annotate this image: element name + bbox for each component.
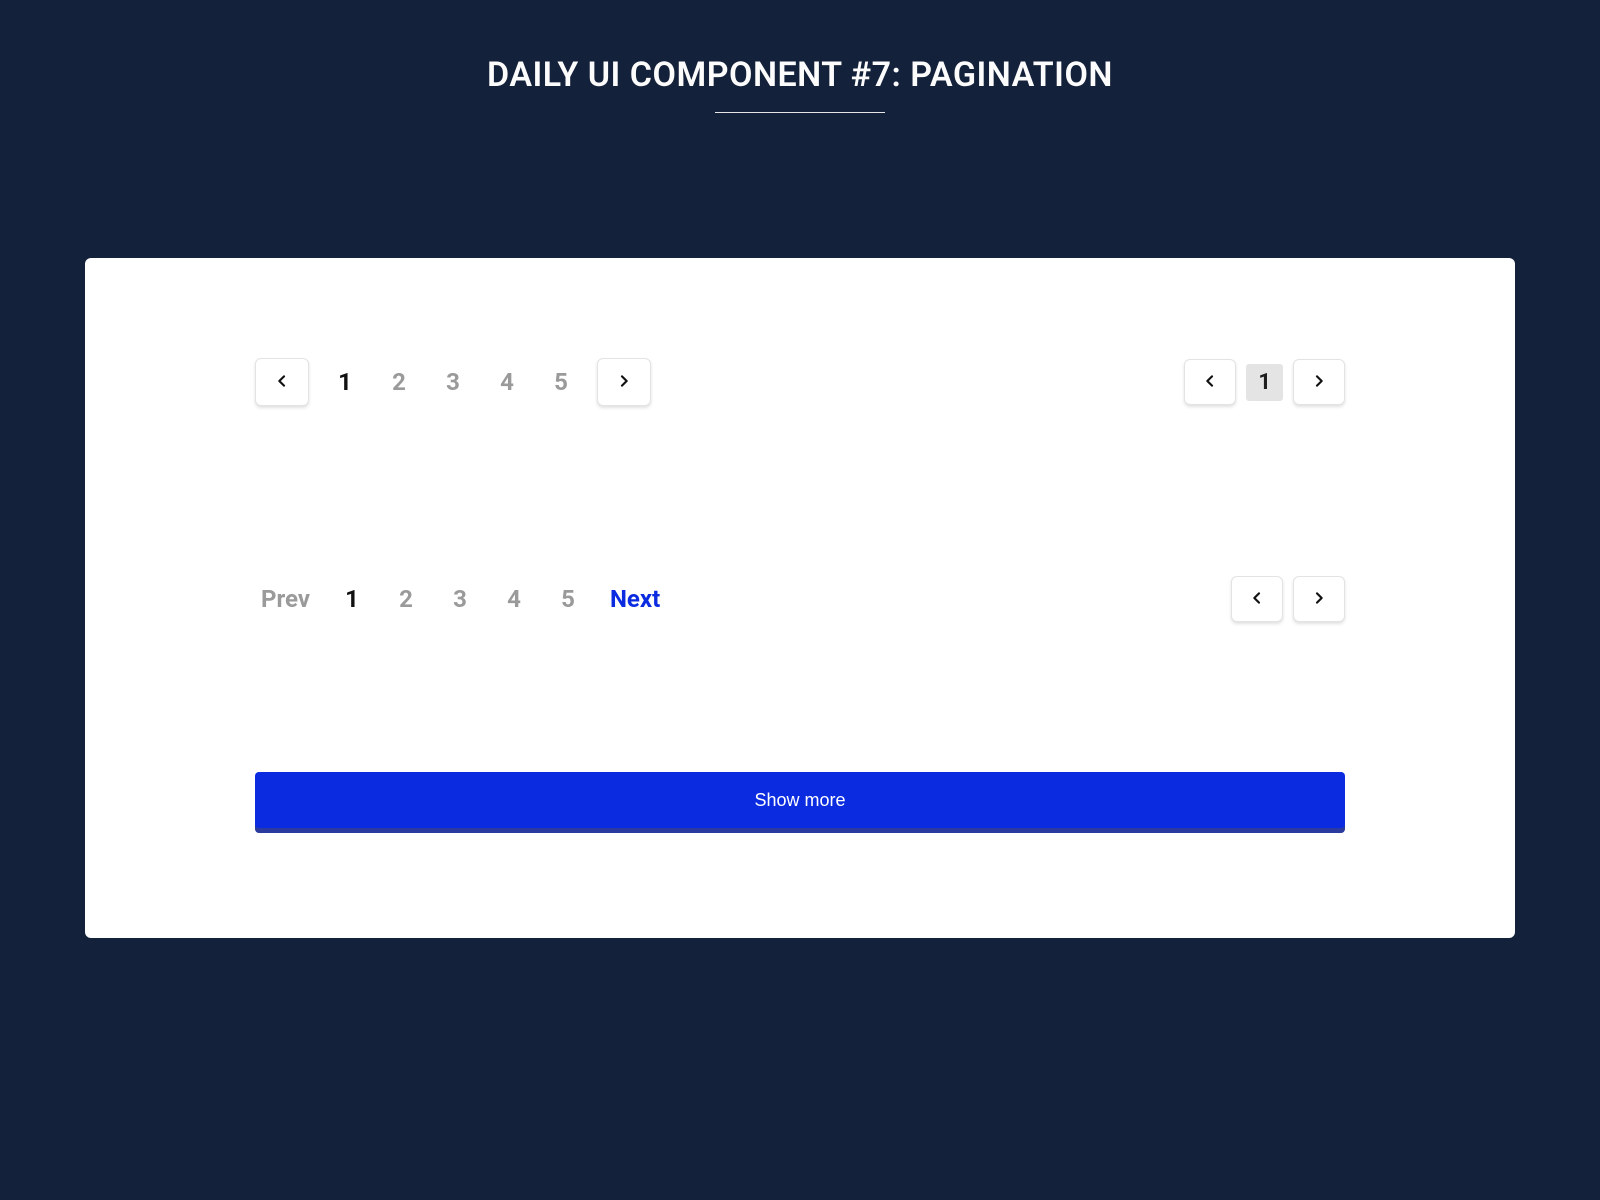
page-number-3[interactable]: 3: [435, 364, 471, 400]
page-number-1[interactable]: 1: [327, 364, 363, 400]
chevron-left-icon: [1202, 373, 1218, 392]
prev-page-button[interactable]: [1184, 359, 1236, 405]
examples-row-2: Prev 1 2 3 4 5 Next: [255, 576, 1345, 622]
page-title: DAILY UI COMPONENT #7: PAGINATION: [0, 55, 1600, 113]
chevron-left-icon: [1249, 590, 1265, 609]
page-number-3[interactable]: 3: [442, 581, 478, 617]
examples-card: 1 2 3 4 5 1: [85, 258, 1515, 938]
page-number-4[interactable]: 4: [496, 581, 532, 617]
page-number-4[interactable]: 4: [489, 364, 525, 400]
chevron-left-icon: [274, 373, 290, 392]
next-page-button[interactable]: [1293, 359, 1345, 405]
pagination-compact: 1: [1184, 359, 1345, 405]
page-number-1[interactable]: 1: [334, 581, 370, 617]
next-page-button[interactable]: [597, 358, 651, 406]
show-more-button[interactable]: Show more: [255, 772, 1345, 828]
page-number-2[interactable]: 2: [388, 581, 424, 617]
page-number-2[interactable]: 2: [381, 364, 417, 400]
current-page-chip: 1: [1246, 364, 1283, 401]
chevron-right-icon: [1311, 373, 1327, 392]
pagination-arrows-only: [1231, 576, 1345, 622]
prev-link[interactable]: Prev: [255, 581, 316, 617]
page-number-5[interactable]: 5: [550, 581, 586, 617]
prev-page-button[interactable]: [1231, 576, 1283, 622]
prev-page-button[interactable]: [255, 358, 309, 406]
pagination-numbered: 1 2 3 4 5: [255, 358, 651, 406]
chevron-right-icon: [1311, 590, 1327, 609]
next-link[interactable]: Next: [604, 581, 666, 617]
examples-row-1: 1 2 3 4 5 1: [255, 358, 1345, 406]
next-page-button[interactable]: [1293, 576, 1345, 622]
page-number-5[interactable]: 5: [543, 364, 579, 400]
pagination-text-links: Prev 1 2 3 4 5 Next: [255, 581, 666, 617]
chevron-right-icon: [616, 373, 632, 392]
